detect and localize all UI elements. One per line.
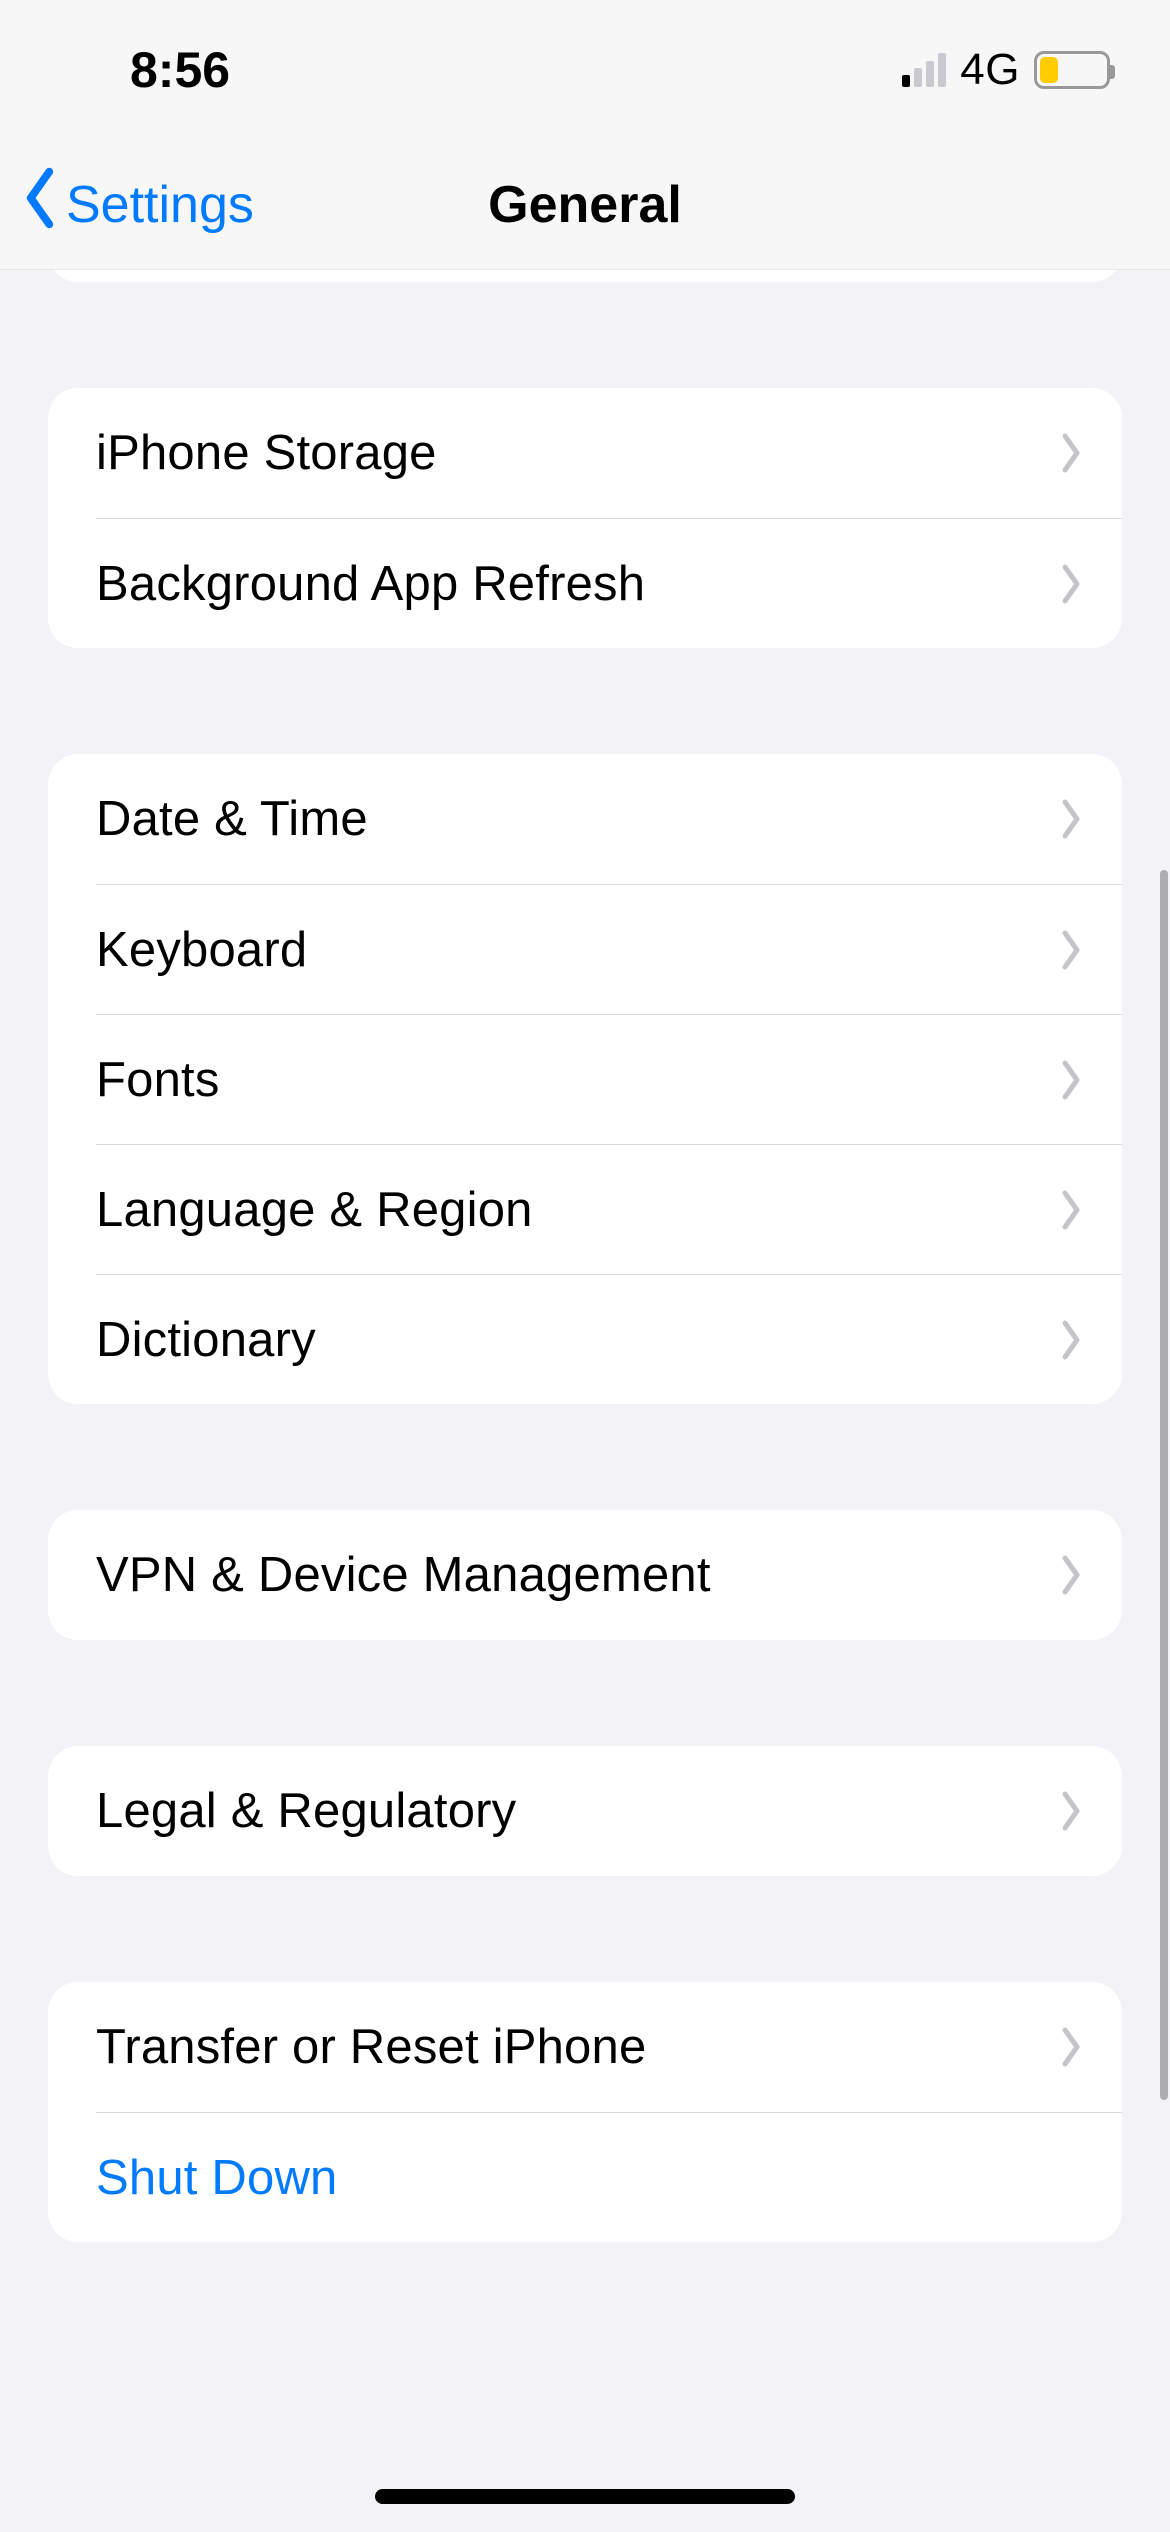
navigation-bar: Settings General xyxy=(0,140,1170,270)
chevron-right-icon xyxy=(1060,1060,1082,1100)
status-bar: 8:56 4G xyxy=(0,0,1170,140)
settings-group: VPN & Device Management xyxy=(48,1510,1122,1640)
chevron-right-icon xyxy=(1060,799,1082,839)
row-label: Shut Down xyxy=(96,2150,338,2206)
row-date-time[interactable]: Date & Time xyxy=(48,754,1122,884)
row-label: VPN & Device Management xyxy=(96,1547,711,1603)
row-language-region[interactable]: Language & Region xyxy=(96,1144,1122,1274)
settings-group: iPhone Storage Background App Refresh xyxy=(48,388,1122,648)
network-type-label: 4G xyxy=(960,45,1020,95)
row-background-app-refresh[interactable]: Background App Refresh xyxy=(96,518,1122,648)
scroll-indicator xyxy=(1160,870,1168,2100)
chevron-right-icon xyxy=(1060,433,1082,473)
back-label: Settings xyxy=(66,175,254,235)
row-label: Background App Refresh xyxy=(96,556,645,612)
back-button[interactable]: Settings xyxy=(20,140,254,269)
row-label: Legal & Regulatory xyxy=(96,1783,516,1839)
chevron-right-icon xyxy=(1060,564,1082,604)
row-legal-regulatory[interactable]: Legal & Regulatory xyxy=(48,1746,1122,1876)
settings-group: Transfer or Reset iPhone Shut Down xyxy=(48,1982,1122,2242)
page-title: General xyxy=(488,175,682,235)
status-time: 8:56 xyxy=(130,41,230,99)
chevron-right-icon xyxy=(1060,1791,1082,1831)
row-transfer-reset[interactable]: Transfer or Reset iPhone xyxy=(48,1982,1122,2112)
row-label: Fonts xyxy=(96,1052,220,1108)
row-label: iPhone Storage xyxy=(96,425,437,481)
row-label: Dictionary xyxy=(96,1312,316,1368)
home-indicator xyxy=(375,2489,795,2504)
battery-icon xyxy=(1034,51,1110,89)
cellular-signal-icon xyxy=(902,53,946,87)
row-shut-down[interactable]: Shut Down xyxy=(96,2112,1122,2242)
row-keyboard[interactable]: Keyboard xyxy=(96,884,1122,1014)
content-scroll[interactable]: CarPlay iPhone Storage Background App Refr… xyxy=(0,270,1170,2532)
chevron-right-icon xyxy=(1060,1320,1082,1360)
chevron-right-icon xyxy=(1060,930,1082,970)
row-label: Date & Time xyxy=(96,791,368,847)
status-right: 4G xyxy=(902,45,1110,95)
row-label: Language & Region xyxy=(96,1182,533,1238)
row-iphone-storage[interactable]: iPhone Storage xyxy=(48,388,1122,518)
row-fonts[interactable]: Fonts xyxy=(96,1014,1122,1144)
row-label: Keyboard xyxy=(96,922,307,978)
settings-group: CarPlay xyxy=(48,270,1122,282)
row-label: Transfer or Reset iPhone xyxy=(96,2019,646,2075)
chevron-right-icon xyxy=(1060,1190,1082,1230)
settings-group: Date & Time Keyboard Fonts Language & Regio… xyxy=(48,754,1122,1404)
row-carplay[interactable]: CarPlay xyxy=(48,270,1122,282)
chevron-right-icon xyxy=(1060,2027,1082,2067)
chevron-right-icon xyxy=(1060,1555,1082,1595)
chevron-left-icon xyxy=(20,167,60,242)
settings-group: Legal & Regulatory xyxy=(48,1746,1122,1876)
row-vpn-device-management[interactable]: VPN & Device Management xyxy=(48,1510,1122,1640)
row-dictionary[interactable]: Dictionary xyxy=(96,1274,1122,1404)
